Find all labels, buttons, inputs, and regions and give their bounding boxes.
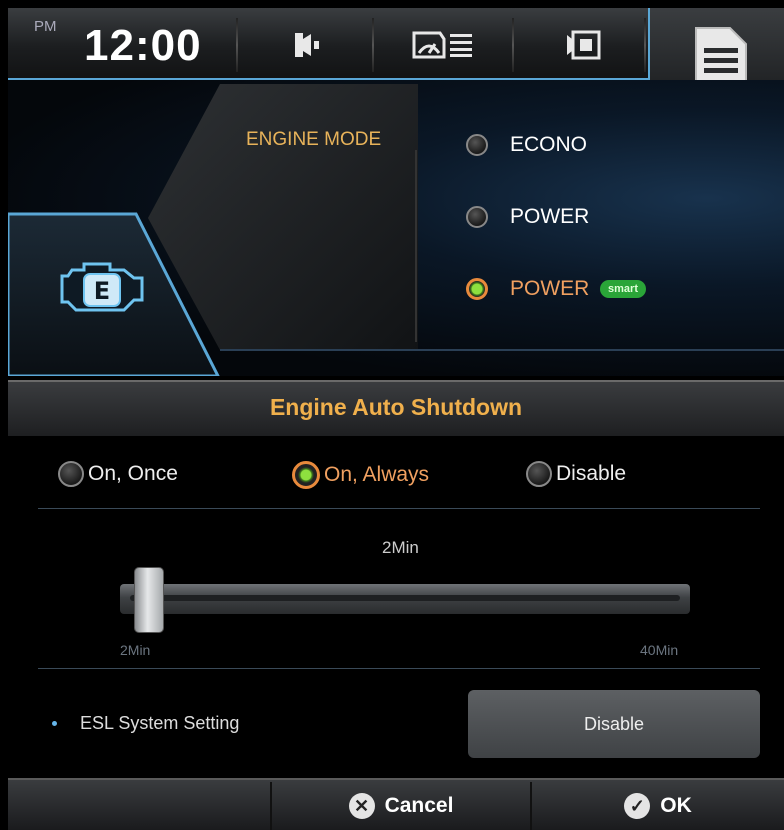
radio-disable[interactable] (526, 461, 552, 487)
option-label: ECONO (510, 133, 588, 156)
audio-button[interactable] (276, 24, 336, 66)
clock-time: 12:00 (84, 21, 202, 70)
screen-mode-button[interactable] (548, 24, 618, 66)
display-button[interactable] (398, 24, 488, 66)
divider (38, 668, 760, 669)
slider-current-value: 2Min (382, 538, 419, 557)
radio-on-always[interactable] (292, 461, 320, 489)
check-engine-icon: E (60, 262, 144, 312)
radio-on-once[interactable] (58, 461, 84, 487)
svg-text:E: E (94, 277, 110, 305)
shutdown-option-on-once[interactable]: On, Once (58, 461, 178, 487)
ampm-indicator: PM (34, 18, 57, 35)
radio-power-smart[interactable] (466, 278, 488, 300)
dialog-header: Engine Auto Shutdown (8, 380, 784, 436)
cancel-button[interactable]: ✕ Cancel (272, 784, 530, 828)
engine-mode-option-power-smart[interactable]: POWER (466, 277, 589, 301)
engine-mode-label: ENGINE MODE (246, 129, 382, 150)
dialog-title: Engine Auto Shutdown (269, 394, 523, 420)
option-label: Disable (556, 462, 627, 485)
slider-groove (130, 595, 680, 601)
screen-mode-icon (567, 30, 601, 60)
divider (512, 18, 514, 72)
engine-mode-option-power[interactable]: POWER (466, 205, 589, 229)
option-label: POWER (510, 205, 590, 228)
smart-badge: smart (600, 280, 646, 298)
engine-mode-option-econo[interactable]: ECONO (466, 133, 587, 157)
ok-button[interactable]: ✓ OK (532, 784, 784, 828)
slider-max-label: 40Min (640, 642, 679, 658)
bullet (52, 721, 57, 726)
radio-econo[interactable] (466, 134, 488, 156)
cancel-x-icon: ✕ (348, 793, 375, 819)
divider (644, 18, 646, 72)
esl-disable-button[interactable]: Disable (468, 690, 760, 758)
gauge-display-icon (412, 31, 472, 59)
option-label: POWER (510, 277, 590, 300)
divider (236, 18, 238, 72)
speaker-icon (295, 33, 319, 57)
ok-check-icon: ✓ (624, 793, 651, 819)
slider-min-label: 2Min (120, 642, 151, 658)
shutdown-time-slider[interactable] (120, 584, 690, 614)
slider-thumb[interactable] (134, 567, 164, 633)
esl-setting-label: ESL System Setting (80, 713, 240, 733)
option-label: On, Once (88, 462, 178, 485)
divider (38, 508, 760, 509)
divider (372, 18, 374, 72)
ok-label: OK (660, 794, 692, 817)
shutdown-option-on-always[interactable]: On, Always (292, 461, 429, 489)
radio-power[interactable] (466, 206, 488, 228)
engine-mode-panel: ENGINE MODE E (8, 80, 784, 376)
cancel-label: Cancel (384, 794, 454, 817)
menu-document-icon (695, 27, 747, 83)
shutdown-option-disable[interactable]: Disable (526, 461, 626, 487)
option-label: On, Always (324, 463, 430, 486)
panel-frame (8, 84, 784, 376)
